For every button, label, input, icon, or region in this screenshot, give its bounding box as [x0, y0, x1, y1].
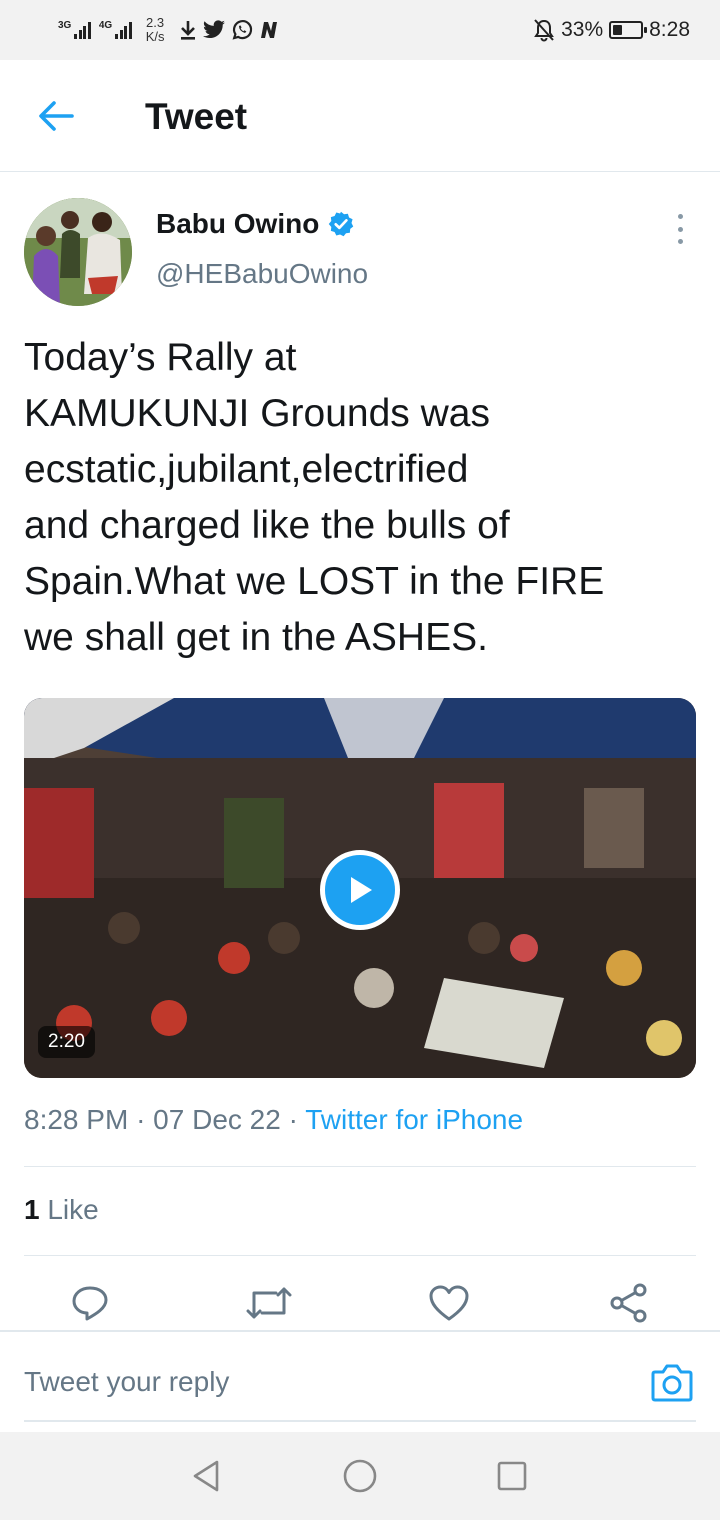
like-heart-icon — [429, 1285, 469, 1321]
tweet-actions — [0, 1280, 720, 1330]
divider — [24, 1255, 696, 1256]
reply-button[interactable] — [67, 1280, 113, 1326]
sim2-network-label: 4G — [98, 20, 113, 31]
more-options-button[interactable] — [672, 214, 688, 244]
play-icon — [351, 877, 372, 903]
reply-divider — [24, 1420, 696, 1422]
n-app-icon — [261, 22, 278, 38]
like-count-label: Like — [47, 1194, 99, 1225]
share-button[interactable] — [606, 1280, 652, 1326]
status-bar-right: 33% 8:28 — [533, 18, 690, 42]
back-button[interactable] — [36, 96, 76, 136]
system-recents-button[interactable] — [494, 1458, 530, 1494]
video-media[interactable]: 2:20 — [24, 698, 696, 1078]
reply-input[interactable]: Tweet your reply — [24, 1366, 229, 1398]
more-dot — [677, 226, 683, 232]
tweet-source-link[interactable]: Twitter for iPhone — [305, 1104, 523, 1135]
avatar[interactable] — [24, 198, 132, 306]
back-triangle-icon — [193, 1460, 219, 1492]
sim1-network-label: 3G — [58, 20, 72, 31]
network-speed-value: 2.3 — [146, 15, 165, 30]
author-handle[interactable]: @HEBabuOwino — [156, 258, 368, 290]
tweet-time: 8:28 PM — [24, 1104, 129, 1135]
app-bar: Tweet — [0, 60, 720, 172]
reply-icon — [72, 1286, 108, 1321]
camera-icon — [651, 1364, 693, 1402]
likes-count[interactable]: 1 Like — [24, 1194, 99, 1226]
author-name[interactable]: Babu Owino — [156, 208, 355, 240]
recents-square-icon — [497, 1461, 527, 1491]
tweet-text: Today’s Rally at KAMUKUNJI Grounds was e… — [24, 336, 605, 659]
camera-button[interactable] — [650, 1362, 694, 1404]
system-nav-bar — [0, 1432, 720, 1520]
signal-bars-icon — [74, 21, 91, 39]
download-icon — [181, 21, 196, 40]
avatar-image — [24, 198, 132, 306]
battery-icon — [609, 21, 648, 39]
share-icon — [610, 1283, 647, 1323]
mute-bell-icon — [534, 19, 554, 42]
retweet-button[interactable] — [246, 1280, 292, 1326]
sim2-signal: 4G — [99, 21, 132, 39]
tweet-date: 07 Dec 22 — [153, 1104, 281, 1135]
home-circle-icon — [343, 1459, 377, 1493]
meta-separator: · — [288, 1104, 298, 1135]
status-bar-left: 3G 4G 2.3 K/s — [58, 16, 280, 44]
retweet-icon — [246, 1287, 292, 1319]
signal-bars-icon — [115, 21, 132, 39]
tweet-meta: 8:28 PM · 07 Dec 22 · Twitter for iPhone — [24, 1104, 523, 1136]
author-name-text: Babu Owino — [156, 208, 320, 239]
sim1-signal: 3G — [58, 21, 91, 39]
status-time: 8:28 — [649, 18, 690, 41]
system-home-button[interactable] — [342, 1458, 378, 1494]
video-duration: 2:20 — [38, 1026, 95, 1058]
tweet-author: Babu Owino @HEBabuOwino — [24, 196, 696, 306]
verified-badge-icon — [329, 211, 354, 237]
network-speed: 2.3 K/s — [146, 16, 165, 44]
more-dot — [677, 239, 683, 244]
page-title: Tweet — [145, 96, 248, 137]
meta-separator: · — [136, 1104, 146, 1135]
network-speed-unit: K/s — [145, 29, 165, 44]
more-dot — [677, 214, 683, 219]
play-button[interactable] — [320, 850, 400, 930]
battery-percent: 33% — [561, 18, 604, 41]
system-back-button[interactable] — [188, 1458, 224, 1494]
arrow-left-icon — [39, 101, 74, 131]
whatsapp-icon — [233, 20, 253, 40]
divider — [24, 1166, 696, 1167]
twitter-bird-icon — [203, 20, 226, 39]
reply-bar: Tweet your reply — [0, 1330, 720, 1432]
notification-icons — [178, 18, 280, 42]
status-bar: 3G 4G 2.3 K/s 33% 8:28 — [0, 0, 720, 60]
like-count-number: 1 — [24, 1194, 40, 1225]
battery-fill — [613, 25, 622, 35]
like-button[interactable] — [426, 1280, 472, 1326]
